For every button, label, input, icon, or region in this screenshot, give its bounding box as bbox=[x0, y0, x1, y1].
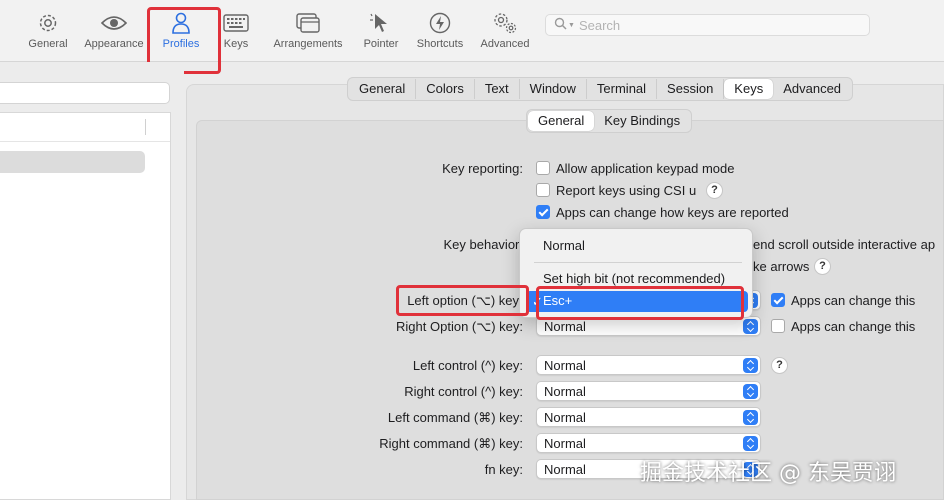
subtab-general[interactable]: General bbox=[528, 111, 595, 131]
preferences-toolbar: General Appearance Profiles Keys Arrange… bbox=[0, 0, 944, 62]
left-command-key-value: Normal bbox=[544, 410, 586, 425]
search-field[interactable]: ▼ Search bbox=[545, 14, 870, 36]
left-option-label-highlight-box bbox=[396, 285, 529, 316]
toolbar-advanced-button[interactable]: Advanced bbox=[467, 10, 543, 50]
toolbar-label: Pointer bbox=[363, 38, 399, 50]
search-chevron-icon: ▼ bbox=[568, 21, 575, 29]
left-option-apps-change-checkbox[interactable] bbox=[771, 293, 785, 307]
tab-window[interactable]: Window bbox=[520, 79, 587, 99]
pointer-icon bbox=[370, 10, 392, 36]
toolbar-label: Arrangements bbox=[273, 38, 343, 50]
tab-terminal[interactable]: Terminal bbox=[587, 79, 658, 99]
menu-separator bbox=[534, 262, 742, 263]
report-csi-u-label: Report keys using CSI u bbox=[556, 183, 697, 198]
chevron-updown-icon bbox=[743, 410, 758, 425]
profile-search-field[interactable] bbox=[0, 82, 170, 104]
csi-u-help-button[interactable]: ? bbox=[706, 182, 723, 199]
keyboard-icon bbox=[223, 10, 249, 36]
right-option-key-label: Right Option (⌥) key: bbox=[396, 319, 523, 334]
toolbar-general-button[interactable]: General bbox=[10, 10, 86, 50]
toolbar-label: General bbox=[28, 38, 68, 50]
bolt-icon bbox=[429, 10, 451, 36]
tab-session[interactable]: Session bbox=[657, 79, 725, 99]
chevron-updown-icon bbox=[743, 436, 758, 451]
menu-item-set-high-bit[interactable]: Set high bit (not recommended) bbox=[543, 271, 725, 286]
left-control-key-label: Left control (^) key: bbox=[412, 358, 523, 373]
key-reporting-label: Key reporting: bbox=[442, 161, 523, 176]
profile-list[interactable] bbox=[0, 112, 171, 500]
tab-advanced[interactable]: Advanced bbox=[773, 79, 851, 99]
left-command-key-label: Left command (⌘) key: bbox=[387, 410, 523, 425]
fn-key-label: fn key: bbox=[484, 462, 523, 477]
toolbar-label: Advanced bbox=[480, 38, 530, 50]
apps-change-reporting-checkbox[interactable] bbox=[536, 205, 550, 219]
toolbar-appearance-button[interactable]: Appearance bbox=[76, 10, 152, 50]
right-command-key-label: Right command (⌘) key: bbox=[379, 436, 523, 451]
toolbar-arrangements-button[interactable]: Arrangements bbox=[270, 10, 346, 50]
toolbar-label: Shortcuts bbox=[416, 38, 464, 50]
left-control-key-value: Normal bbox=[544, 358, 586, 373]
tab-text[interactable]: Text bbox=[475, 79, 520, 99]
scroll-outside-label: end scroll outside interactive ap bbox=[753, 237, 936, 252]
menu-item-normal[interactable]: Normal bbox=[543, 238, 585, 253]
profile-list-selected-row[interactable] bbox=[0, 151, 145, 173]
keys-subtabs: General Key Bindings bbox=[526, 109, 693, 133]
right-control-key-select[interactable]: Normal bbox=[536, 381, 761, 401]
gear-icon bbox=[37, 10, 59, 36]
chevron-updown-icon bbox=[743, 384, 758, 399]
fn-key-value: Normal bbox=[544, 462, 586, 477]
chevron-updown-icon bbox=[743, 319, 758, 334]
allow-keypad-mode-checkbox[interactable] bbox=[536, 161, 550, 175]
right-option-apps-change-label: Apps can change this bbox=[791, 319, 916, 334]
toolbar-label: Keys bbox=[223, 38, 249, 50]
esc-plus-highlight-box bbox=[536, 286, 744, 320]
chevron-updown-icon bbox=[743, 358, 758, 373]
left-command-key-select[interactable]: Normal bbox=[536, 407, 761, 427]
apps-change-reporting-label: Apps can change how keys are reported bbox=[556, 205, 789, 220]
right-control-key-label: Right control (^) key: bbox=[404, 384, 523, 399]
arrows-label: ke arrows bbox=[753, 259, 810, 274]
left-control-key-select[interactable]: Normal bbox=[536, 355, 761, 375]
eye-icon bbox=[101, 10, 127, 36]
search-placeholder: Search bbox=[578, 17, 621, 33]
right-command-key-select[interactable]: Normal bbox=[536, 433, 761, 453]
right-option-key-value: Normal bbox=[544, 319, 586, 334]
column-divider bbox=[145, 119, 146, 135]
profile-tabs: General Colors Text Window Terminal Sess… bbox=[347, 77, 854, 101]
toolbar-label: Appearance bbox=[84, 38, 144, 50]
key-behavior-label: Key behavior: bbox=[443, 237, 524, 252]
profiles-sidebar bbox=[0, 62, 184, 500]
windows-icon bbox=[296, 10, 320, 36]
report-csi-u-checkbox[interactable] bbox=[536, 183, 550, 197]
search-icon bbox=[554, 17, 567, 33]
right-command-key-value: Normal bbox=[544, 436, 586, 451]
tab-colors[interactable]: Colors bbox=[416, 79, 475, 99]
right-option-apps-change-checkbox[interactable] bbox=[771, 319, 785, 333]
left-option-apps-change-label: Apps can change this bbox=[791, 293, 916, 308]
control-key-help-button[interactable]: ? bbox=[771, 357, 788, 374]
profile-list-header bbox=[0, 113, 170, 142]
subtab-key-bindings[interactable]: Key Bindings bbox=[594, 111, 690, 131]
watermark-text: 掘金技术社区 @ 东吴贾诩 bbox=[640, 461, 896, 486]
key-behavior-help-button[interactable]: ? bbox=[814, 258, 831, 275]
right-control-key-value: Normal bbox=[544, 384, 586, 399]
gears-icon bbox=[492, 10, 518, 36]
allow-keypad-mode-label: Allow application keypad mode bbox=[556, 161, 735, 176]
tab-general[interactable]: General bbox=[349, 79, 417, 99]
tab-keys[interactable]: Keys bbox=[724, 79, 774, 99]
